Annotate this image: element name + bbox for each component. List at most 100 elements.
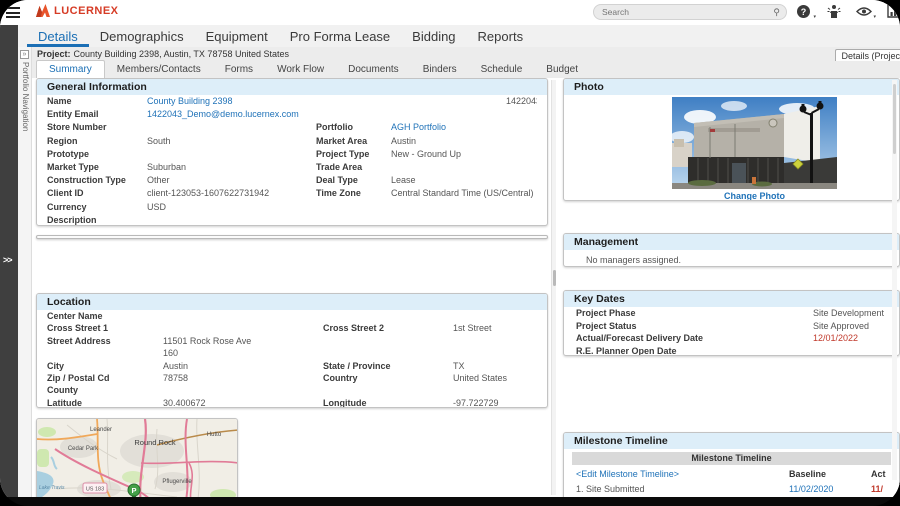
milestone-baseline-date[interactable]: 11/02/2020 <box>789 482 871 497</box>
map-label-lake: Lake Travis <box>39 485 65 491</box>
field-row: Zip / Postal Cd 78758 Country United Sta… <box>47 372 508 383</box>
field-row: Name County Building 2398 1422043 <box>37 95 547 108</box>
milestone-timeline-card: Milestone Timeline Milestone Timeline <E… <box>563 432 900 497</box>
project-number: 1422043 <box>506 96 537 106</box>
search-input[interactable] <box>600 6 774 18</box>
left-column-scrollbar[interactable] <box>551 80 556 495</box>
location-card: Location Center Name Cross Street 1 Cros… <box>36 293 548 408</box>
app-window: LUCERNEX ⚲ ? ▾ <box>0 0 900 497</box>
milestone-timeline-header: Milestone Timeline <box>564 433 899 449</box>
subtab-schedule[interactable]: Schedule <box>469 61 535 78</box>
tab-bidding[interactable]: Bidding <box>401 27 466 47</box>
top-bar: LUCERNEX ⚲ ? ▾ <box>0 0 900 25</box>
field-row: Actual/Forecast Delivery Date 12/01/2022 <box>564 332 899 345</box>
field-row: Latitude 30.400672 Longitude -97.722729 <box>47 397 499 408</box>
building-photo <box>672 97 837 189</box>
portfolio-navigation-label: Portfolio Navigation <box>21 62 30 132</box>
chart-icon[interactable] <box>885 3 900 20</box>
view-eye-icon[interactable]: ▾ <box>855 3 876 20</box>
field-row: Region South Market Area Austin <box>47 135 417 146</box>
collapsed-sidebar-rail: >> <box>0 25 18 497</box>
general-information-header: General Information <box>37 79 547 95</box>
svg-text:?: ? <box>801 7 807 17</box>
sub-nav: Summary Members/Contacts Forms Work Flow… <box>32 60 900 78</box>
map-highway-badge: US 183 <box>86 487 104 493</box>
content-area: General Information Name County Building… <box>32 78 900 497</box>
milestone-columns-row: <Edit Milestone Timeline> Baseline Act <box>564 467 899 482</box>
field-row: Construction Type Other Deal Type Lease <box>47 175 416 186</box>
menu-icon[interactable] <box>6 7 20 18</box>
tab-equipment[interactable]: Equipment <box>195 27 279 47</box>
field-row: Currency USD <box>47 201 167 212</box>
management-card: Management No managers assigned. <box>563 233 900 267</box>
map-label-leander: Leander <box>90 427 112 433</box>
milestone-actual-date: 11/ <box>871 484 884 494</box>
tab-pro-forma-lease[interactable]: Pro Forma Lease <box>279 27 401 47</box>
presenter-icon[interactable] <box>825 3 842 20</box>
field-row: Center Name <box>47 311 103 321</box>
main-nav: Details Demographics Equipment Pro Forma… <box>18 25 900 47</box>
delivery-date-value: 12/01/2022 <box>813 333 859 343</box>
subtab-summary[interactable]: Summary <box>36 60 105 78</box>
page-scrollbar[interactable] <box>892 80 897 480</box>
general-information-card: General Information Name County Building… <box>36 78 548 226</box>
tab-details[interactable]: Details <box>27 27 89 47</box>
tab-demographics[interactable]: Demographics <box>89 27 195 47</box>
collapsed-section-bar[interactable] <box>36 235 548 239</box>
help-icon[interactable]: ? ▾ <box>795 3 816 20</box>
search-box[interactable]: ⚲ <box>593 4 787 20</box>
subtab-members-contacts[interactable]: Members/Contacts <box>105 61 213 78</box>
field-row: Market Type Suburban Trade Area <box>47 161 363 172</box>
field-row: Client ID client-123053-1607622731942 Ti… <box>47 188 534 199</box>
field-row: 160 <box>163 348 179 359</box>
field-row: Entity Email 1422043_Demo@demo.lucernex.… <box>37 108 547 121</box>
actual-column-header: Act <box>871 469 886 479</box>
field-row: Cross Street 1 Cross Street 2 1st Street <box>47 323 492 334</box>
photo-header: Photo <box>564 79 899 95</box>
device-frame: LUCERNEX ⚲ ? ▾ <box>0 0 900 506</box>
portfolio-navigation-rail[interactable]: » Portfolio Navigation <box>18 47 32 497</box>
logo[interactable]: LUCERNEX <box>36 4 119 17</box>
subtab-budget[interactable]: Budget <box>534 61 590 78</box>
change-photo-link[interactable]: Change Photo <box>672 191 837 200</box>
key-dates-card: Key Dates Project Phase Site Development… <box>563 290 900 356</box>
subtab-binders[interactable]: Binders <box>411 61 469 78</box>
collapse-panel-icon[interactable]: » <box>20 50 29 59</box>
map-label-cedar-park: Cedar Park <box>68 446 99 452</box>
field-row: R.E. Planner Open Date <box>576 345 677 356</box>
field-row: County <box>47 385 78 396</box>
baseline-column-header: Baseline <box>789 469 827 479</box>
edit-milestone-timeline-link[interactable]: <Edit Milestone Timeline> <box>576 467 789 482</box>
field-row: Description <box>47 214 97 225</box>
map-label-hutto: Hutto <box>207 432 222 438</box>
subtab-documents[interactable]: Documents <box>336 61 411 78</box>
map-label-pflugerville: Pflugerville <box>162 479 192 485</box>
milestone-table-title: Milestone Timeline <box>572 452 891 465</box>
tab-reports[interactable]: Reports <box>467 27 535 47</box>
field-row: City Austin State / Province TX <box>47 360 465 371</box>
field-row: Project Phase Site Development <box>576 308 885 318</box>
project-value: County Building 2398, Austin, TX 78758 U… <box>73 49 289 59</box>
project-name-link[interactable]: County Building 2398 <box>147 95 316 108</box>
photo-card: Photo Change Photo <box>563 78 900 201</box>
logo-text: LUCERNEX <box>54 4 119 17</box>
location-header: Location <box>37 294 547 310</box>
key-dates-header: Key Dates <box>564 291 899 307</box>
project-label: Project: <box>37 49 71 59</box>
portfolio-link[interactable]: AGH Portfolio <box>391 121 537 134</box>
subtab-forms[interactable]: Forms <box>213 61 265 78</box>
management-header: Management <box>564 234 899 250</box>
subtab-work-flow[interactable]: Work Flow <box>265 61 336 78</box>
entity-email-link[interactable]: 1422043_Demo@demo.lucernex.com <box>147 108 316 121</box>
management-empty-text: No managers assigned. <box>586 255 682 265</box>
field-row: Prototype Project Type New - Ground Up <box>47 148 462 159</box>
svg-text:P: P <box>131 486 136 495</box>
field-row: Project Status Site Approved <box>576 320 870 331</box>
map-label-round-rock: Round Rock <box>134 438 176 447</box>
milestone-row: 1. Site Submitted 11/02/2020 11/ <box>564 482 899 497</box>
search-icon: ⚲ <box>773 6 780 17</box>
expand-sidebar-button[interactable]: >> <box>3 255 12 265</box>
location-map[interactable]: US 183 Leander Cedar Park Round Rock Hut… <box>36 418 238 497</box>
top-icons: ? ▾ ▾ <box>795 3 900 20</box>
field-row: Street Address 11501 Rock Rose Ave <box>47 335 252 346</box>
